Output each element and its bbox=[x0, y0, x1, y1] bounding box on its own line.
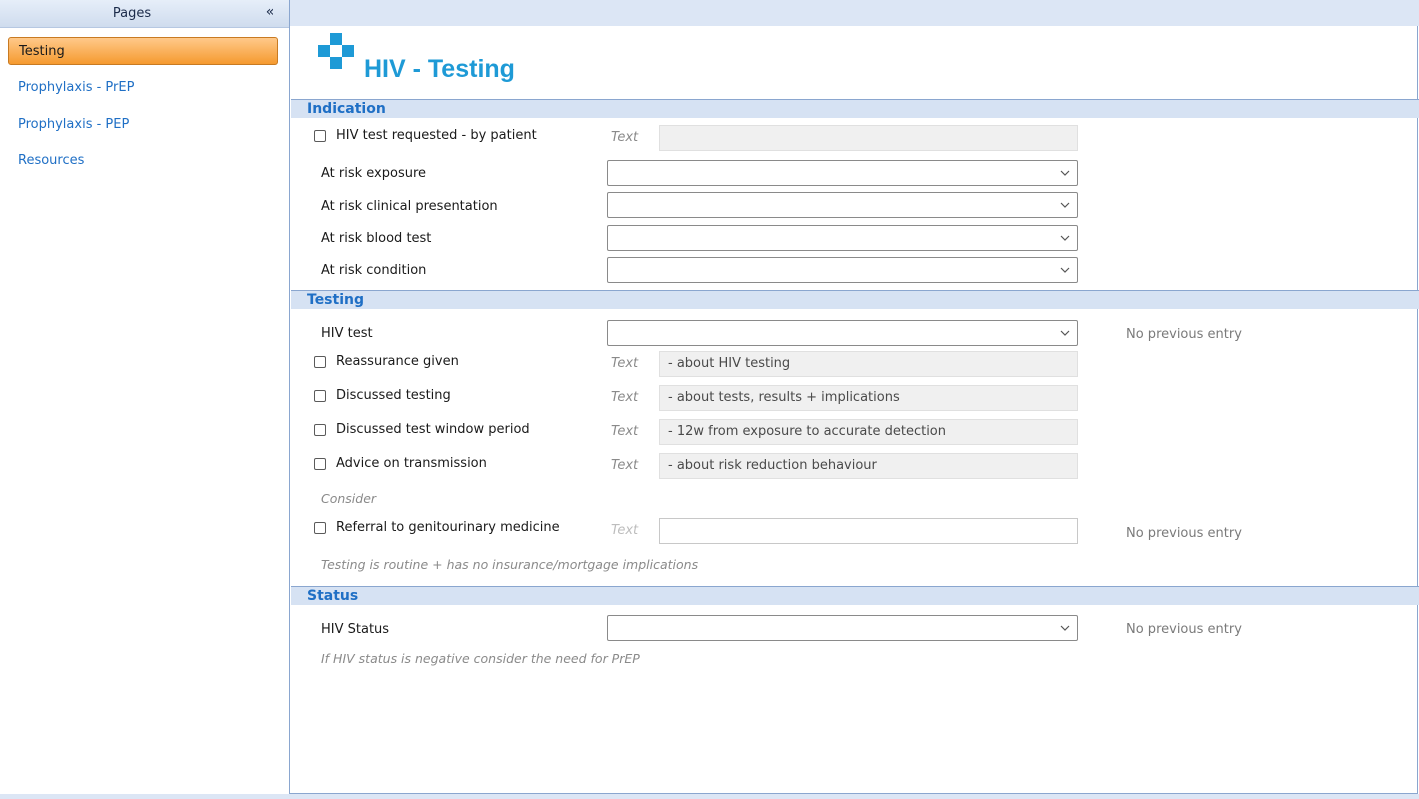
nav-item-testing[interactable]: Testing bbox=[8, 37, 278, 65]
top-strip bbox=[290, 0, 1419, 26]
at-risk-clinical-label: At risk clinical presentation bbox=[321, 199, 498, 214]
hiv-requested-text-hint: Text bbox=[611, 130, 639, 145]
page-title: HIV - Testing bbox=[364, 55, 515, 83]
referral-checkbox[interactable] bbox=[314, 522, 326, 534]
reassurance-label: Reassurance given bbox=[336, 354, 459, 369]
at-risk-exposure-label: At risk exposure bbox=[321, 166, 427, 181]
collapse-sidebar-icon[interactable]: « bbox=[262, 4, 278, 20]
prep-consider-note: If HIV status is negative consider the n… bbox=[321, 651, 640, 666]
hiv-test-dropdown[interactable] bbox=[607, 320, 1078, 346]
at-risk-condition-label: At risk condition bbox=[321, 263, 427, 278]
consider-label: Consider bbox=[321, 491, 377, 506]
reassurance-text-hint: Text bbox=[611, 356, 639, 371]
section-header-indication: Indication bbox=[291, 99, 1419, 118]
routine-testing-note: Testing is routine + has no insurance/mo… bbox=[321, 557, 699, 572]
nav-item-resources[interactable]: Resources bbox=[8, 147, 278, 175]
at-risk-condition-dropdown[interactable] bbox=[607, 257, 1078, 283]
at-risk-clinical-dropdown[interactable] bbox=[607, 192, 1078, 218]
bottom-strip bbox=[0, 794, 1419, 799]
discussed-testing-label: Discussed testing bbox=[336, 388, 451, 403]
referral-previous-entry: No previous entry bbox=[1126, 526, 1242, 541]
chevron-down-icon bbox=[1060, 170, 1070, 176]
advice-transmission-label: Advice on transmission bbox=[336, 456, 487, 471]
hiv-test-previous-entry: No previous entry bbox=[1126, 327, 1242, 342]
at-risk-blood-label: At risk blood test bbox=[321, 231, 432, 246]
reassurance-text-field[interactable]: - about HIV testing bbox=[659, 351, 1078, 377]
referral-label: Referral to genitourinary medicine bbox=[336, 520, 560, 535]
section-header-testing: Testing bbox=[291, 290, 1419, 309]
medical-cross-icon bbox=[318, 33, 354, 69]
chevron-down-icon bbox=[1060, 625, 1070, 631]
referral-text-hint: Text bbox=[611, 523, 639, 538]
discussed-testing-checkbox[interactable] bbox=[314, 390, 326, 402]
window-period-text-field[interactable]: - 12w from exposure to accurate detectio… bbox=[659, 419, 1078, 445]
hiv-requested-checkbox[interactable] bbox=[314, 130, 326, 142]
window-period-checkbox[interactable] bbox=[314, 424, 326, 436]
sidebar-title: Pages bbox=[112, 6, 152, 21]
hiv-status-dropdown[interactable] bbox=[607, 615, 1078, 641]
referral-text-field[interactable] bbox=[659, 518, 1078, 544]
nav-item-prophylaxis-prep[interactable]: Prophylaxis - PrEP bbox=[8, 74, 278, 102]
window-period-label: Discussed test window period bbox=[336, 422, 530, 437]
chevron-down-icon bbox=[1060, 330, 1070, 336]
advice-transmission-checkbox[interactable] bbox=[314, 458, 326, 470]
chevron-down-icon bbox=[1060, 267, 1070, 273]
nav-item-prophylaxis-pep[interactable]: Prophylaxis - PEP bbox=[8, 111, 278, 139]
sidebar-header: Pages « bbox=[0, 0, 289, 28]
hiv-requested-label: HIV test requested - by patient bbox=[336, 128, 537, 143]
hiv-requested-text-field[interactable] bbox=[659, 125, 1078, 151]
at-risk-blood-dropdown[interactable] bbox=[607, 225, 1078, 251]
hiv-status-previous-entry: No previous entry bbox=[1126, 622, 1242, 637]
chevron-down-icon bbox=[1060, 235, 1070, 241]
discussed-testing-text-field[interactable]: - about tests, results + implications bbox=[659, 385, 1078, 411]
advice-transmission-text-field[interactable]: - about risk reduction behaviour bbox=[659, 453, 1078, 479]
at-risk-exposure-dropdown[interactable] bbox=[607, 160, 1078, 186]
advice-transmission-text-hint: Text bbox=[611, 458, 639, 473]
hiv-test-label: HIV test bbox=[321, 326, 373, 341]
section-header-status: Status bbox=[291, 586, 1419, 605]
chevron-down-icon bbox=[1060, 202, 1070, 208]
reassurance-checkbox[interactable] bbox=[314, 356, 326, 368]
pages-sidebar: Pages « Testing Prophylaxis - PrEP Proph… bbox=[0, 0, 290, 794]
window-period-text-hint: Text bbox=[611, 424, 639, 439]
hiv-status-label: HIV Status bbox=[321, 622, 390, 637]
discussed-testing-text-hint: Text bbox=[611, 390, 639, 405]
